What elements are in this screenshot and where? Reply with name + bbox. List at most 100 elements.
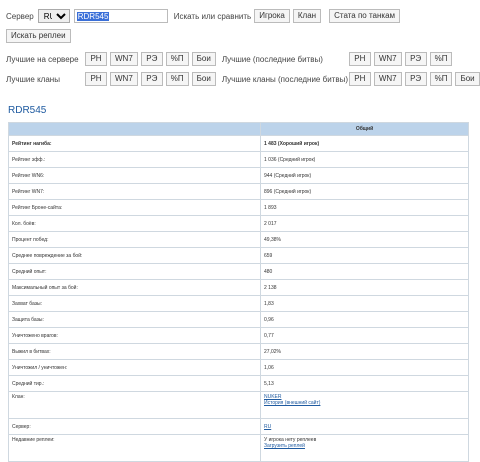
search-player-button[interactable]: Игрока (254, 9, 290, 23)
table-row: Максимальный опыт за бой: 2 138 (8, 279, 469, 296)
server-row-cell: RU (260, 418, 469, 435)
table-row: Защита базы: 0,96 (8, 311, 469, 328)
best-server-winrate-button[interactable]: %П (165, 52, 189, 66)
best-server-rn-button[interactable]: РН (85, 52, 107, 66)
table-row: Рейтинг Броне-сайта: 1 893 (8, 199, 469, 216)
stat-value: 0,77 (260, 327, 469, 344)
best-clans-re-button[interactable]: РЭ (140, 72, 163, 86)
server-label: Сервер (6, 11, 34, 21)
best-clans-battles-button[interactable]: Бои (191, 72, 216, 86)
stat-value: 896 (Средний игрок) (260, 183, 469, 200)
table-row: Рейтинг WN6: 944 (Средний игрок) (8, 167, 469, 184)
stat-label: Кол. боёв: (8, 215, 261, 232)
clan-label: Клан: (8, 391, 261, 419)
stat-label: Рейтинг эфф.: (8, 151, 261, 168)
stats-body: Рейтинг нагиба: 1 483 (Хороший игрок) Рейт… (8, 135, 469, 462)
stat-label: Уничтожил / уничтожен: (8, 359, 261, 376)
stat-value: 0,96 (260, 311, 469, 328)
stat-label: Рейтинг WN7: (8, 183, 261, 200)
replays-cell: У игрока нету реплеев Загрузить реплей (260, 434, 469, 462)
stat-value: 49,38% (260, 231, 469, 248)
best-clans-recent-re-button[interactable]: РЭ (404, 72, 427, 86)
best-server-re-button[interactable]: РЭ (140, 52, 163, 66)
server-select[interactable]: RU (37, 9, 70, 23)
tank-stats-button[interactable]: Стата по танкам (329, 9, 401, 23)
best-clans-recent-battles-button[interactable]: Бои (455, 72, 480, 86)
stat-value: 1,06 (260, 359, 469, 376)
table-row: Рейтинг WN7: 896 (Средний игрок) (8, 183, 469, 200)
best-recent-label: Лучшие (последние битвы) (221, 54, 323, 64)
stat-value: 944 (Средний игрок) (260, 167, 469, 184)
best-clans-recent-wn7-button[interactable]: WN7 (373, 72, 402, 86)
best-clans-recent-rn-button[interactable]: РН (348, 72, 371, 86)
table-row: Кол. боёв: 2 017 (8, 215, 469, 232)
rankings-row-1: Лучшие на сервере РН WN7 РЭ %П Бои Лучши… (6, 49, 480, 69)
stat-value: 659 (260, 247, 469, 264)
stat-value: 2 138 (260, 279, 469, 296)
best-clans-rn-button[interactable]: РН (85, 72, 107, 86)
best-clans-wn7-button[interactable]: WN7 (110, 72, 138, 86)
search-replays-button[interactable]: Искать реплеи (6, 29, 71, 43)
stat-label: Выжил в битвах: (8, 343, 261, 360)
clan-cell: NUKER История (внешний сайт) (260, 391, 469, 419)
table-row: Рейтинг эфф.: 1 036 (Средний игрок) (8, 151, 469, 168)
stat-value: 27,02% (260, 343, 469, 360)
upload-replay-link[interactable]: Загрузить реплей (264, 443, 305, 449)
stat-value: 1 483 (Хороший игрок) (260, 135, 469, 152)
stat-label: Максимальный опыт за бой: (8, 279, 261, 296)
best-clans-recent-label: Лучшие кланы (последние битвы) (221, 74, 348, 84)
table-header-row: Общий (8, 122, 469, 136)
server-row: Сервер: RU (8, 418, 469, 435)
table-row: Среднее повреждение за бой: 659 (8, 247, 469, 264)
best-on-server-label: Лучшие на сервере (6, 54, 79, 64)
stat-label: Рейтинг Броне-сайта: (8, 199, 261, 216)
table-header-blank (8, 122, 261, 136)
best-recent-wn7-button[interactable]: WN7 (373, 52, 402, 66)
stat-value: 5,13 (260, 375, 469, 392)
stat-value: 480 (260, 263, 469, 280)
rankings-row-2: Лучшие кланы РН WN7 РЭ %П Бои Лучшие кла… (6, 69, 480, 89)
stat-value: 1,83 (260, 295, 469, 312)
stat-label: Средний опыт: (8, 263, 261, 280)
table-row: Захват базы: 1,83 (8, 295, 469, 312)
replays-info-row: Недавние реплеи: У игрока нету реплеев З… (8, 434, 469, 462)
clan-history-link[interactable]: История (внешний сайт) (264, 400, 320, 406)
table-row: Средний тир.: 5,13 (8, 375, 469, 392)
stat-label: Защита базы: (8, 311, 261, 328)
table-header-overall: Общий (260, 122, 469, 136)
stat-label: Захват базы: (8, 295, 261, 312)
best-server-wn7-button[interactable]: WN7 (110, 52, 138, 66)
table-row: Средний опыт: 480 (8, 263, 469, 280)
table-row: Уничтожил / уничтожен: 1,06 (8, 359, 469, 376)
search-panel: Сервер RU RDR545 Искать или сравнить Игр… (0, 0, 480, 89)
best-clans-winrate-button[interactable]: %П (165, 72, 189, 86)
clan-row: Клан: NUKER История (внешний сайт) (8, 391, 469, 419)
player-stats-table: Общий Рейтинг нагиба: 1 483 (Хороший игро… (8, 122, 469, 462)
stat-value: 1 036 (Средний игрок) (260, 151, 469, 168)
server-row-label: Сервер: (8, 418, 261, 435)
search-input[interactable]: RDR545 (73, 9, 168, 23)
best-clans-recent-winrate-button[interactable]: %П (429, 72, 453, 86)
table-row: Выжил в битвах: 27,02% (8, 343, 469, 360)
stat-label: Средний тир.: (8, 375, 261, 392)
search-row: Сервер RU RDR545 Искать или сравнить Игр… (6, 6, 480, 26)
stat-label: Среднее повреждение за бой: (8, 247, 261, 264)
table-row: Уничтожено врагов: 0,77 (8, 327, 469, 344)
stat-label: Уничтожено врагов: (8, 327, 261, 344)
server-link[interactable]: RU (264, 424, 271, 430)
best-recent-re-button[interactable]: РЭ (404, 52, 427, 66)
replays-row: Искать реплеи (6, 26, 480, 46)
best-server-battles-button[interactable]: Бои (191, 52, 216, 66)
replays-label: Недавние реплеи: (8, 434, 261, 462)
table-row: Рейтинг нагиба: 1 483 (Хороший игрок) (8, 135, 469, 152)
table-row: Процент побед: 49,38% (8, 231, 469, 248)
stat-label: Процент побед: (8, 231, 261, 248)
search-clan-button[interactable]: Клан (292, 9, 322, 23)
stat-value: 1 893 (260, 199, 469, 216)
player-name-heading: RDR545 (8, 105, 47, 116)
best-clans-label: Лучшие кланы (6, 74, 60, 84)
best-recent-rn-button[interactable]: РН (348, 52, 371, 66)
best-recent-winrate-button[interactable]: %П (429, 52, 453, 66)
stat-label: Рейтинг WN6: (8, 167, 261, 184)
search-query: RDR545 (76, 11, 110, 21)
